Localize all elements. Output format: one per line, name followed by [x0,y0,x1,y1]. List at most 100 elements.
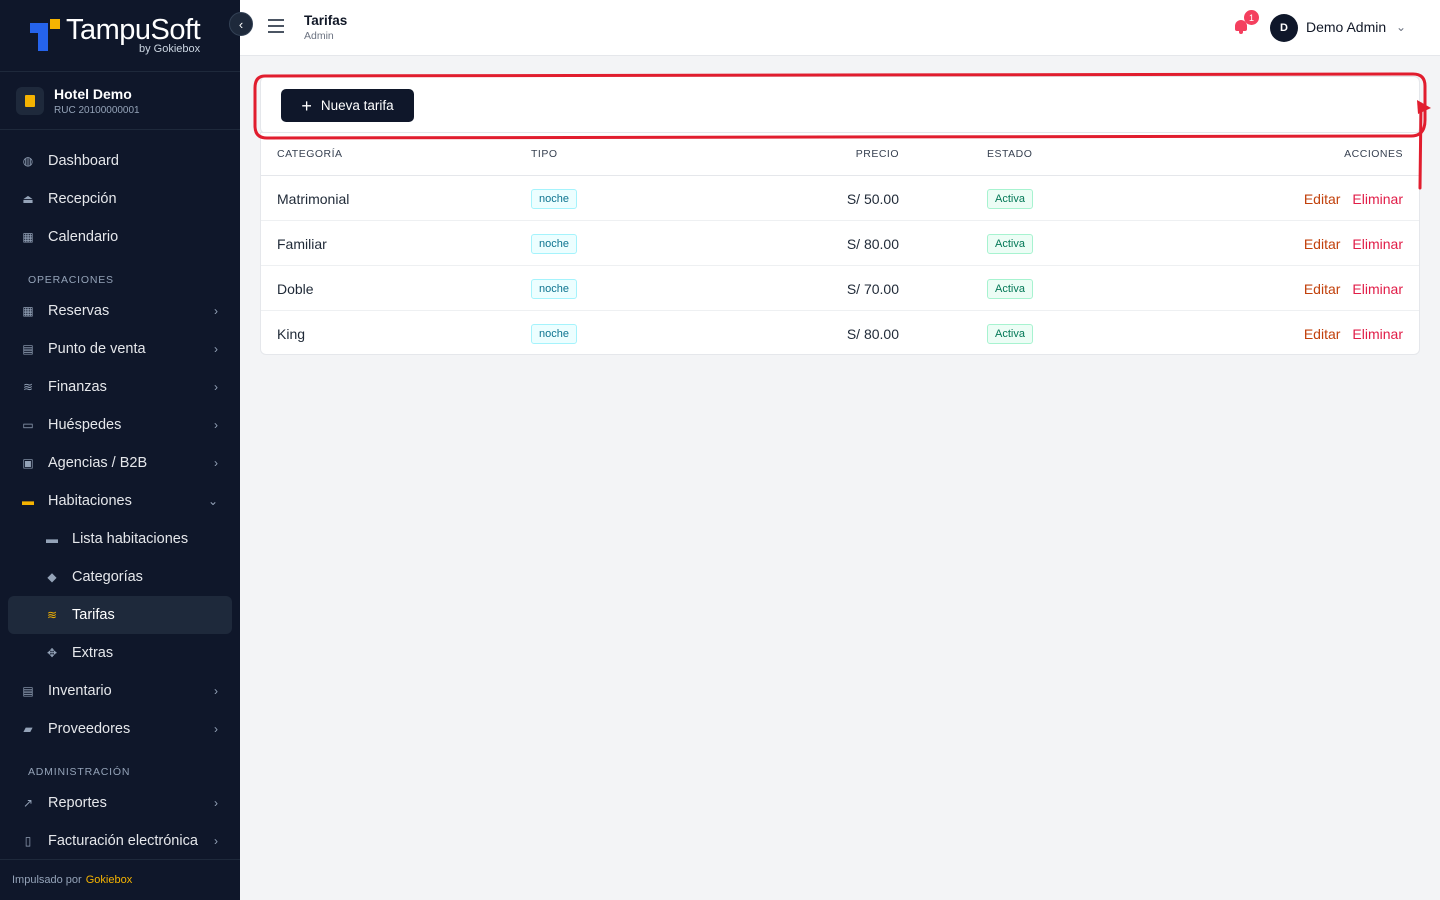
sidebar-item-label: Categorías [72,569,143,585]
collapse-sidebar-button[interactable]: ‹ [229,12,253,36]
main-nav: ◍ Dashboard ⏏ Recepción ▦ Calendario OPERAC… [0,130,240,860]
tampusoft-logo-icon [30,18,64,53]
hotel-ruc: RUC 20100000001 [54,104,140,116]
sidebar-item-label: Huéspedes [48,417,122,433]
sidebar-item-finanzas[interactable]: ≋ Finanzas › [8,368,232,406]
id-card-icon: ▭ [22,418,34,432]
coins-icon: ≋ [22,380,34,394]
sidebar-item-label: Facturación electrónica [48,833,198,849]
type-badge: noche [531,188,577,209]
sidebar-item-label: Recepción [48,191,117,207]
status-badge: Activa [987,278,1033,299]
edit-link[interactable]: Editar [1304,326,1341,342]
sidebar-item-label: Lista habitaciones [72,531,189,547]
invoice-icon: ▯ [24,834,32,848]
chevron-right-icon: › [214,796,218,810]
cell-precio: S/ 80.00 [846,235,899,252]
sidebar-item-label: Tarifas [72,607,115,623]
sidebar-item-label: Inventario [48,683,112,699]
chevron-down-icon: ⌄ [207,494,218,508]
edit-link[interactable]: Editar [1304,236,1341,252]
chart-line-icon: ↗ [22,796,34,810]
edit-link[interactable]: Editar [1304,281,1341,297]
menu-icon[interactable] [268,19,284,33]
sidebar-item-recepcion[interactable]: ⏏ Recepción [8,180,232,218]
page-title: Tarifas [304,13,348,28]
sidebar-item-label: Finanzas [48,379,107,395]
delete-link[interactable]: Eliminar [1352,281,1403,297]
type-badge: noche [531,233,577,254]
receipt-icon: ▤ [22,342,34,356]
chevron-right-icon: › [214,456,218,470]
sidebar-item-proveedores[interactable]: ▰ Proveedores › [8,710,232,748]
sidebar-item-huespedes[interactable]: ▭ Huéspedes › [8,406,232,444]
delete-link[interactable]: Eliminar [1352,236,1403,252]
type-badge: noche [531,323,577,344]
sidebar-item-label: Habitaciones [48,493,132,509]
footer-text: Impulsado por [12,874,82,886]
sidebar-item-habitaciones[interactable]: ▬ Habitaciones ⌄ [8,482,232,520]
sidebar-item-label: Reservas [48,303,110,319]
chevron-right-icon: › [214,342,218,356]
chevron-down-icon[interactable]: ⌄ [1396,20,1406,34]
coins-icon: ≋ [46,608,58,622]
dashboard-icon: ◍ [22,154,34,168]
sidebar-item-label: Proveedores [48,721,131,737]
sidebar-item-inventario[interactable]: ▤ Inventario › [8,672,232,710]
calendar-icon: ▦ [22,230,34,244]
sidebar-item-tarifas[interactable]: ≋ Tarifas [8,596,232,634]
calendar-grid-icon: ▦ [22,304,34,318]
sidebar-item-reservas[interactable]: ▦ Reservas › [8,292,232,330]
delete-link[interactable]: Eliminar [1352,191,1403,207]
sidebar-item-dashboard[interactable]: ◍ Dashboard [8,142,232,180]
section-operaciones: OPERACIONES [28,274,114,286]
edit-link[interactable]: Editar [1304,191,1341,207]
delete-link[interactable]: Eliminar [1352,326,1403,342]
type-badge: noche [531,278,577,299]
truck-icon: ▰ [23,722,33,736]
tag-icon: ◆ [47,570,57,584]
status-badge: Activa [987,188,1033,209]
avatar[interactable]: D [1270,14,1298,42]
chevron-right-icon: › [214,722,218,736]
logo: TampuSoft by Gokiebox ‹ [0,0,253,72]
bed-icon: ▬ [46,532,58,546]
sidebar-item-label: Dashboard [48,153,119,169]
sidebar-item-categorias[interactable]: ◆ Categorías [8,558,232,596]
sidebar-item-extras[interactable]: ✥ Extras [8,634,232,672]
sidebar-item-facturacion[interactable]: ▯ Facturación electrónica › [8,822,232,860]
page-subtitle: Admin [304,30,334,42]
cell-categoria: King [277,325,306,342]
sidebar-item-label: Extras [72,645,114,661]
chevron-right-icon: › [214,684,218,698]
briefcase-icon: ▣ [22,456,34,470]
footer-brand-link[interactable]: Gokiebox [86,874,132,886]
chevron-right-icon: › [214,418,218,432]
table-row: Doble noche S/ 70.00 Activa Editar Elimin… [261,266,1419,311]
chevron-right-icon: › [214,834,218,848]
sidebar-item-agencias[interactable]: ▣ Agencias / B2B › [8,444,232,482]
chevron-right-icon: › [214,304,218,318]
cell-precio: S/ 80.00 [846,325,899,342]
sidebar-item-calendario[interactable]: ▦ Calendario [8,218,232,256]
warehouse-icon: ▤ [22,684,34,698]
sidebar-item-label: Calendario [48,229,119,245]
sidebar-item-lista-habitaciones[interactable]: ▬ Lista habitaciones [8,520,232,558]
table-row: Familiar noche S/ 80.00 Activa Editar Eli… [261,221,1419,266]
annotation-outline [253,72,1431,190]
chevron-right-icon: › [214,380,218,394]
hotel-selector[interactable]: Hotel Demo RUC 20100000001 [0,72,240,130]
sidebar-item-punto-de-venta[interactable]: ▤ Punto de venta › [8,330,232,368]
sidebar-item-label: Punto de venta [48,341,146,357]
brand-name: TampuSoft [66,14,201,46]
chevron-left-icon: ‹ [238,16,244,32]
status-badge: Activa [987,323,1033,344]
section-administracion: ADMINISTRACIÓN [28,766,131,778]
brand-by: by Gokiebox [138,43,201,55]
sidebar: TampuSoft by Gokiebox ‹ Hotel Demo RUC 2… [0,0,253,900]
hotel-name: Hotel Demo [54,85,132,102]
topbar: Tarifas Admin 1 D Demo Admin ⌄ [240,0,1440,56]
sidebar-item-reportes[interactable]: ↗ Reportes › [8,784,232,822]
sidebar-item-label: Agencias / B2B [48,455,148,471]
user-menu[interactable]: Demo Admin [1306,19,1386,35]
